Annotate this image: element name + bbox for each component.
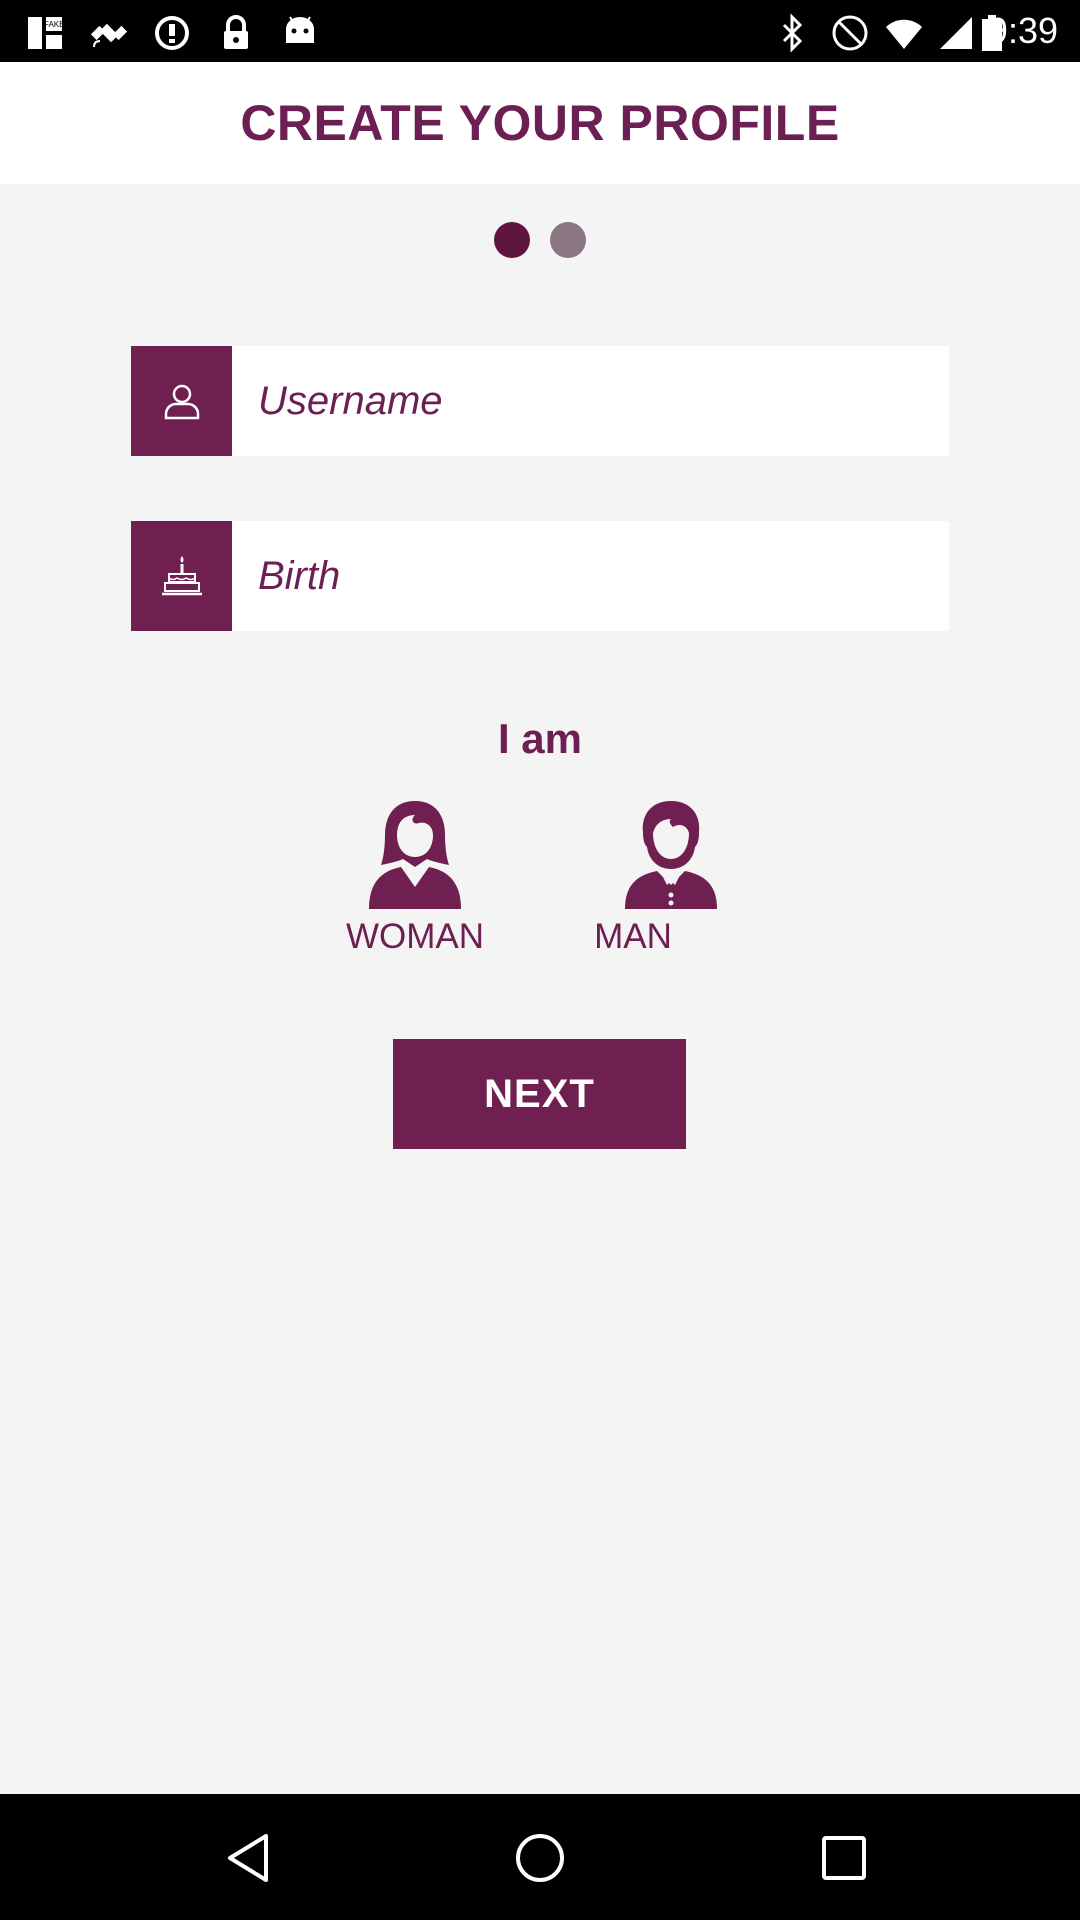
user-icon [164,384,199,420]
header: CREATE YOUR PROFILE [0,62,1080,184]
lock-icon [224,15,248,49]
android-icon [286,16,314,43]
page-title: CREATE YOUR PROFILE [240,95,840,151]
status-bar: FAKE 9:39 [0,0,1080,62]
signal-icon [940,17,972,49]
man-option[interactable]: MAN [567,801,747,961]
status-time: 9:39 [987,10,1058,51]
pager-dot-inactive [550,222,586,258]
mute-icon [832,15,868,51]
data-saver-icon [155,16,189,50]
navigation-bar [0,1794,1080,1920]
pager-dot-active [494,222,530,258]
recent-apps-icon[interactable] [816,1830,872,1886]
birth-icon-box [131,521,232,631]
birth-input[interactable] [232,521,949,631]
woman-icon [369,801,461,909]
bluetooth-icon [782,13,803,53]
home-icon[interactable] [512,1830,568,1886]
username-icon-box [131,346,232,456]
profile-form: I am WOMAN MAN NEXT [0,184,1080,1794]
fake-gps-icon: FAKE [28,17,64,49]
man-label: MAN [594,917,672,956]
back-icon[interactable] [222,1830,278,1886]
username-field [131,346,949,456]
gender-prompt: I am [497,715,583,762]
woman-option[interactable]: WOMAN [325,801,505,961]
wifi-icon [886,19,922,49]
next-button[interactable]: NEXT [393,1039,686,1149]
username-input[interactable] [232,346,949,456]
satellite-icon [90,23,128,48]
man-icon [625,801,717,909]
cake-icon [161,556,202,596]
woman-label: WOMAN [345,917,485,956]
birth-field [131,521,949,631]
svg-text:FAKE: FAKE [44,20,64,29]
